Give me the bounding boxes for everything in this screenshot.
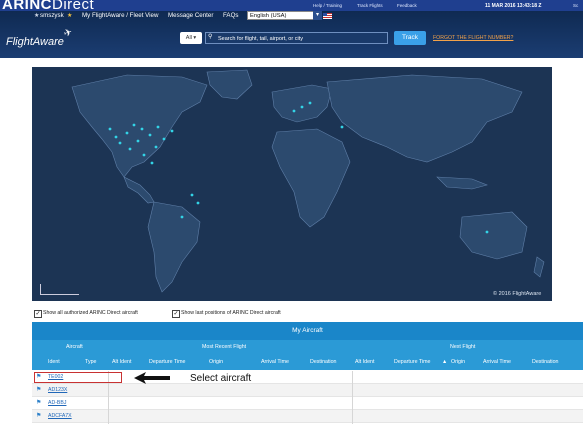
table-group-header: Aircraft Most Recent Flight Next Flight: [32, 340, 583, 354]
col-departure-time[interactable]: Departure Time: [149, 359, 186, 365]
search-input[interactable]: Search for flight, tail, airport, or cit…: [205, 32, 388, 44]
flag-icon: ⚑: [36, 413, 42, 419]
nav-faqs[interactable]: FAQs: [223, 12, 238, 19]
table-row[interactable]: ⚑ AD-BBJ: [32, 397, 583, 410]
group-most-recent-flight: Most Recent Flight: [202, 344, 247, 350]
arrow-left-icon: [134, 372, 170, 384]
search-scope-select[interactable]: All ▾: [180, 32, 202, 44]
utc-datetime: 11 MAR 2016 13:43:18 Z: [485, 3, 542, 9]
show-last-positions-label: Show last positions of ARINC Direct airc…: [181, 310, 281, 316]
col-origin[interactable]: Origin: [209, 359, 223, 365]
aircraft-ident-link[interactable]: ADCFA7X: [48, 413, 72, 419]
highlight-box: [34, 372, 122, 383]
world-map[interactable]: [32, 67, 552, 301]
language-select[interactable]: English (USA): [247, 11, 315, 20]
nav-message-center[interactable]: Message Center: [168, 12, 213, 19]
table-column-header: Ident Type Alt Ident Departure Time Orig…: [32, 354, 583, 370]
nav-fleet-view[interactable]: My FlightAware / Fleet View: [82, 12, 158, 19]
flightaware-logo[interactable]: FlightAware: [6, 36, 64, 48]
aircraft-ident-link[interactable]: AD-BBJ: [48, 400, 66, 406]
forgot-flight-number-link[interactable]: FORGOT THE FLIGHT NUMBER?: [433, 35, 513, 41]
col-type[interactable]: Type: [85, 359, 96, 365]
help-training-link[interactable]: Help / Training: [313, 3, 342, 8]
map-scale-bar: [40, 284, 79, 295]
col-destination[interactable]: Destination: [310, 359, 337, 365]
table-row[interactable]: ⚑ ADCFA7X: [32, 410, 583, 423]
feedback-link[interactable]: Feedback: [397, 3, 417, 8]
col-ident[interactable]: Ident: [48, 359, 60, 365]
col-next-alt-ident[interactable]: Alt Ident: [355, 359, 374, 365]
show-all-aircraft-checkbox[interactable]: ✓: [34, 310, 42, 318]
track-flights-link[interactable]: Track Flights: [357, 3, 383, 8]
user-menu-link[interactable]: Sc: [573, 3, 578, 8]
col-next-departure-time[interactable]: Departure Time: [394, 359, 431, 365]
us-flag-icon: [323, 13, 332, 19]
my-aircraft-title: My Aircraft: [32, 322, 583, 340]
aircraft-ident-link[interactable]: AD123X: [48, 387, 67, 393]
username-link[interactable]: smszysk: [40, 12, 64, 19]
group-aircraft: Aircraft: [66, 344, 83, 350]
user-star-icon: ★: [34, 12, 40, 19]
scope-label: All: [185, 35, 192, 41]
col-next-origin[interactable]: Origin: [451, 359, 465, 365]
col-arrival-time[interactable]: Arrival Time: [261, 359, 289, 365]
show-all-aircraft-label: Show all authorized ARINC Direct aircraf…: [43, 310, 138, 316]
search-icon: ⚲: [208, 34, 213, 40]
show-last-positions-checkbox[interactable]: ✓: [172, 310, 180, 318]
group-next-flight: Next Flight: [450, 344, 476, 350]
column-divider: [352, 371, 353, 424]
flag-icon: ⚑: [36, 387, 42, 393]
col-next-arrival-time[interactable]: Arrival Time: [483, 359, 511, 365]
track-button[interactable]: Track: [394, 31, 426, 45]
landmasses: [71, 69, 545, 293]
map-svg: [71, 69, 545, 293]
col-next-destination[interactable]: Destination: [532, 359, 559, 365]
sort-up-icon[interactable]: ▲: [442, 359, 447, 365]
annotation-text: Select aircraft: [190, 373, 252, 384]
star-icon: ★: [67, 12, 73, 19]
chevron-down-icon[interactable]: ▾: [313, 11, 322, 20]
map-copyright: © 2016 FlightAware: [493, 291, 542, 297]
flag-icon: ⚑: [36, 400, 42, 406]
col-alt-ident[interactable]: Alt Ident: [112, 359, 131, 365]
table-row[interactable]: ⚑ AD123X: [32, 384, 583, 397]
